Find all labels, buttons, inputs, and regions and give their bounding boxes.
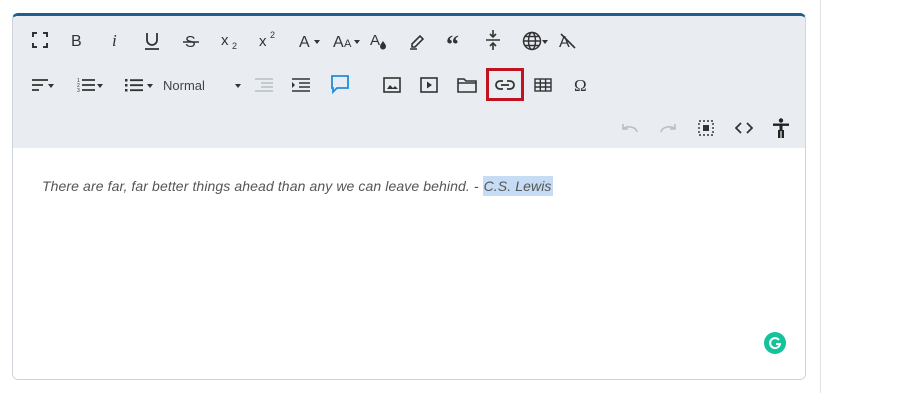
- svg-text:3: 3: [77, 88, 80, 93]
- numbered-list-icon: 123: [77, 78, 95, 93]
- bullet-list-icon: [125, 79, 143, 92]
- bold-button[interactable]: B: [66, 30, 88, 50]
- svg-text:A: A: [370, 32, 380, 49]
- chevron-down-icon: [354, 40, 360, 44]
- text-color-drop-icon: A: [370, 32, 386, 50]
- svg-text:x: x: [221, 32, 229, 49]
- grammarly-icon: [769, 337, 782, 350]
- font-color-icon: A: [299, 34, 310, 50]
- chevron-down-icon: [235, 84, 241, 88]
- svg-text:A: A: [333, 34, 344, 50]
- subscript-icon: x2: [221, 32, 237, 50]
- svg-text:Ω: Ω: [574, 77, 587, 93]
- svg-text:A: A: [299, 34, 310, 50]
- underline-icon: [145, 33, 159, 50]
- undo-icon: [622, 124, 638, 133]
- line-break-button[interactable]: [482, 28, 504, 52]
- redo-button[interactable]: [657, 118, 679, 138]
- insert-link-button[interactable]: [486, 68, 524, 101]
- video-button[interactable]: [418, 74, 440, 96]
- image-icon: [383, 77, 401, 93]
- source-code-icon: [735, 122, 753, 134]
- blockquote-button[interactable]: “: [444, 30, 466, 52]
- indent-button[interactable]: [290, 74, 312, 96]
- bullet-list-button[interactable]: [114, 74, 154, 96]
- selected-text[interactable]: C.S. Lewis: [482, 176, 553, 196]
- outdent-button[interactable]: [253, 74, 275, 96]
- editor-toolbar: B i S x2 x2 A AA A “ A 1 2 3 Normal Ω: [13, 16, 805, 148]
- language-icon: [522, 31, 542, 51]
- strikethrough-icon: S: [183, 34, 199, 49]
- select-all-icon: [698, 120, 714, 136]
- underline-button[interactable]: [141, 30, 163, 52]
- align-icon: [32, 79, 48, 91]
- chevron-down-icon: [542, 40, 548, 44]
- table-button[interactable]: [532, 74, 554, 96]
- file-browser-button[interactable]: [456, 74, 478, 96]
- chevron-down-icon: [48, 84, 54, 88]
- text-color-button[interactable]: A: [368, 30, 390, 52]
- chevron-down-icon: [314, 40, 320, 44]
- font-size-button[interactable]: AA: [329, 30, 360, 52]
- folder-icon: [457, 78, 477, 93]
- subscript-button[interactable]: x2: [218, 30, 244, 52]
- strikethrough-button[interactable]: S: [180, 30, 202, 52]
- font-color-button[interactable]: A: [294, 30, 320, 52]
- italic-button[interactable]: i: [105, 30, 127, 50]
- svg-text:A: A: [344, 38, 352, 50]
- align-button[interactable]: [25, 74, 55, 96]
- language-button[interactable]: [517, 30, 548, 52]
- svg-text:“: “: [446, 33, 459, 49]
- svg-text:2: 2: [232, 41, 237, 50]
- blockquote-icon: “: [446, 33, 459, 49]
- rich-text-editor: B i S x2 x2 A AA A “ A 1 2 3 Normal Ω Th…: [12, 13, 806, 380]
- highlight-icon: [410, 34, 425, 50]
- table-icon: [534, 78, 552, 92]
- clear-format-button[interactable]: A: [557, 30, 579, 52]
- font-size-icon: AA: [333, 34, 352, 50]
- italic-icon: i: [112, 32, 117, 48]
- superscript-icon: x2: [259, 30, 275, 48]
- comment-icon: [331, 75, 349, 94]
- page-divider: [820, 0, 821, 393]
- bold-icon: B: [71, 33, 82, 48]
- numbered-list-button[interactable]: 123: [66, 74, 106, 96]
- source-code-button[interactable]: [732, 117, 756, 139]
- svg-text:i: i: [112, 32, 117, 48]
- editor-content-area[interactable]: There are far, far better things ahead t…: [13, 148, 805, 379]
- quote-paragraph[interactable]: There are far, far better things ahead t…: [42, 176, 553, 196]
- image-button[interactable]: [381, 74, 403, 96]
- quote-text: There are far, far better things ahead t…: [42, 178, 483, 194]
- chevron-down-icon: [97, 84, 103, 88]
- svg-text:x: x: [259, 33, 267, 48]
- svg-text:2: 2: [270, 30, 275, 40]
- clear-format-icon: A: [559, 33, 576, 50]
- redo-icon: [660, 124, 676, 133]
- fullscreen-icon: [32, 32, 48, 48]
- line-break-icon: [486, 30, 500, 50]
- superscript-button[interactable]: x2: [256, 28, 282, 50]
- fullscreen-button[interactable]: [29, 30, 51, 50]
- text-style-dropdown[interactable]: Normal: [163, 74, 245, 96]
- accessibility-icon: [773, 118, 789, 138]
- outdent-icon: [255, 78, 273, 92]
- indent-icon: [292, 78, 310, 92]
- grammarly-button[interactable]: [764, 332, 786, 354]
- special-char-icon: Ω: [574, 77, 587, 93]
- comment-button[interactable]: [328, 72, 352, 96]
- undo-button[interactable]: [619, 118, 641, 138]
- link-icon: [495, 79, 515, 90]
- chevron-down-icon: [147, 84, 153, 88]
- accessibility-button[interactable]: [770, 116, 792, 140]
- select-all-button[interactable]: [695, 117, 717, 139]
- highlight-button[interactable]: [406, 30, 428, 52]
- svg-text:B: B: [71, 33, 82, 48]
- special-character-button[interactable]: Ω: [570, 74, 592, 96]
- text-style-value: Normal: [163, 77, 205, 93]
- video-icon: [420, 77, 438, 93]
